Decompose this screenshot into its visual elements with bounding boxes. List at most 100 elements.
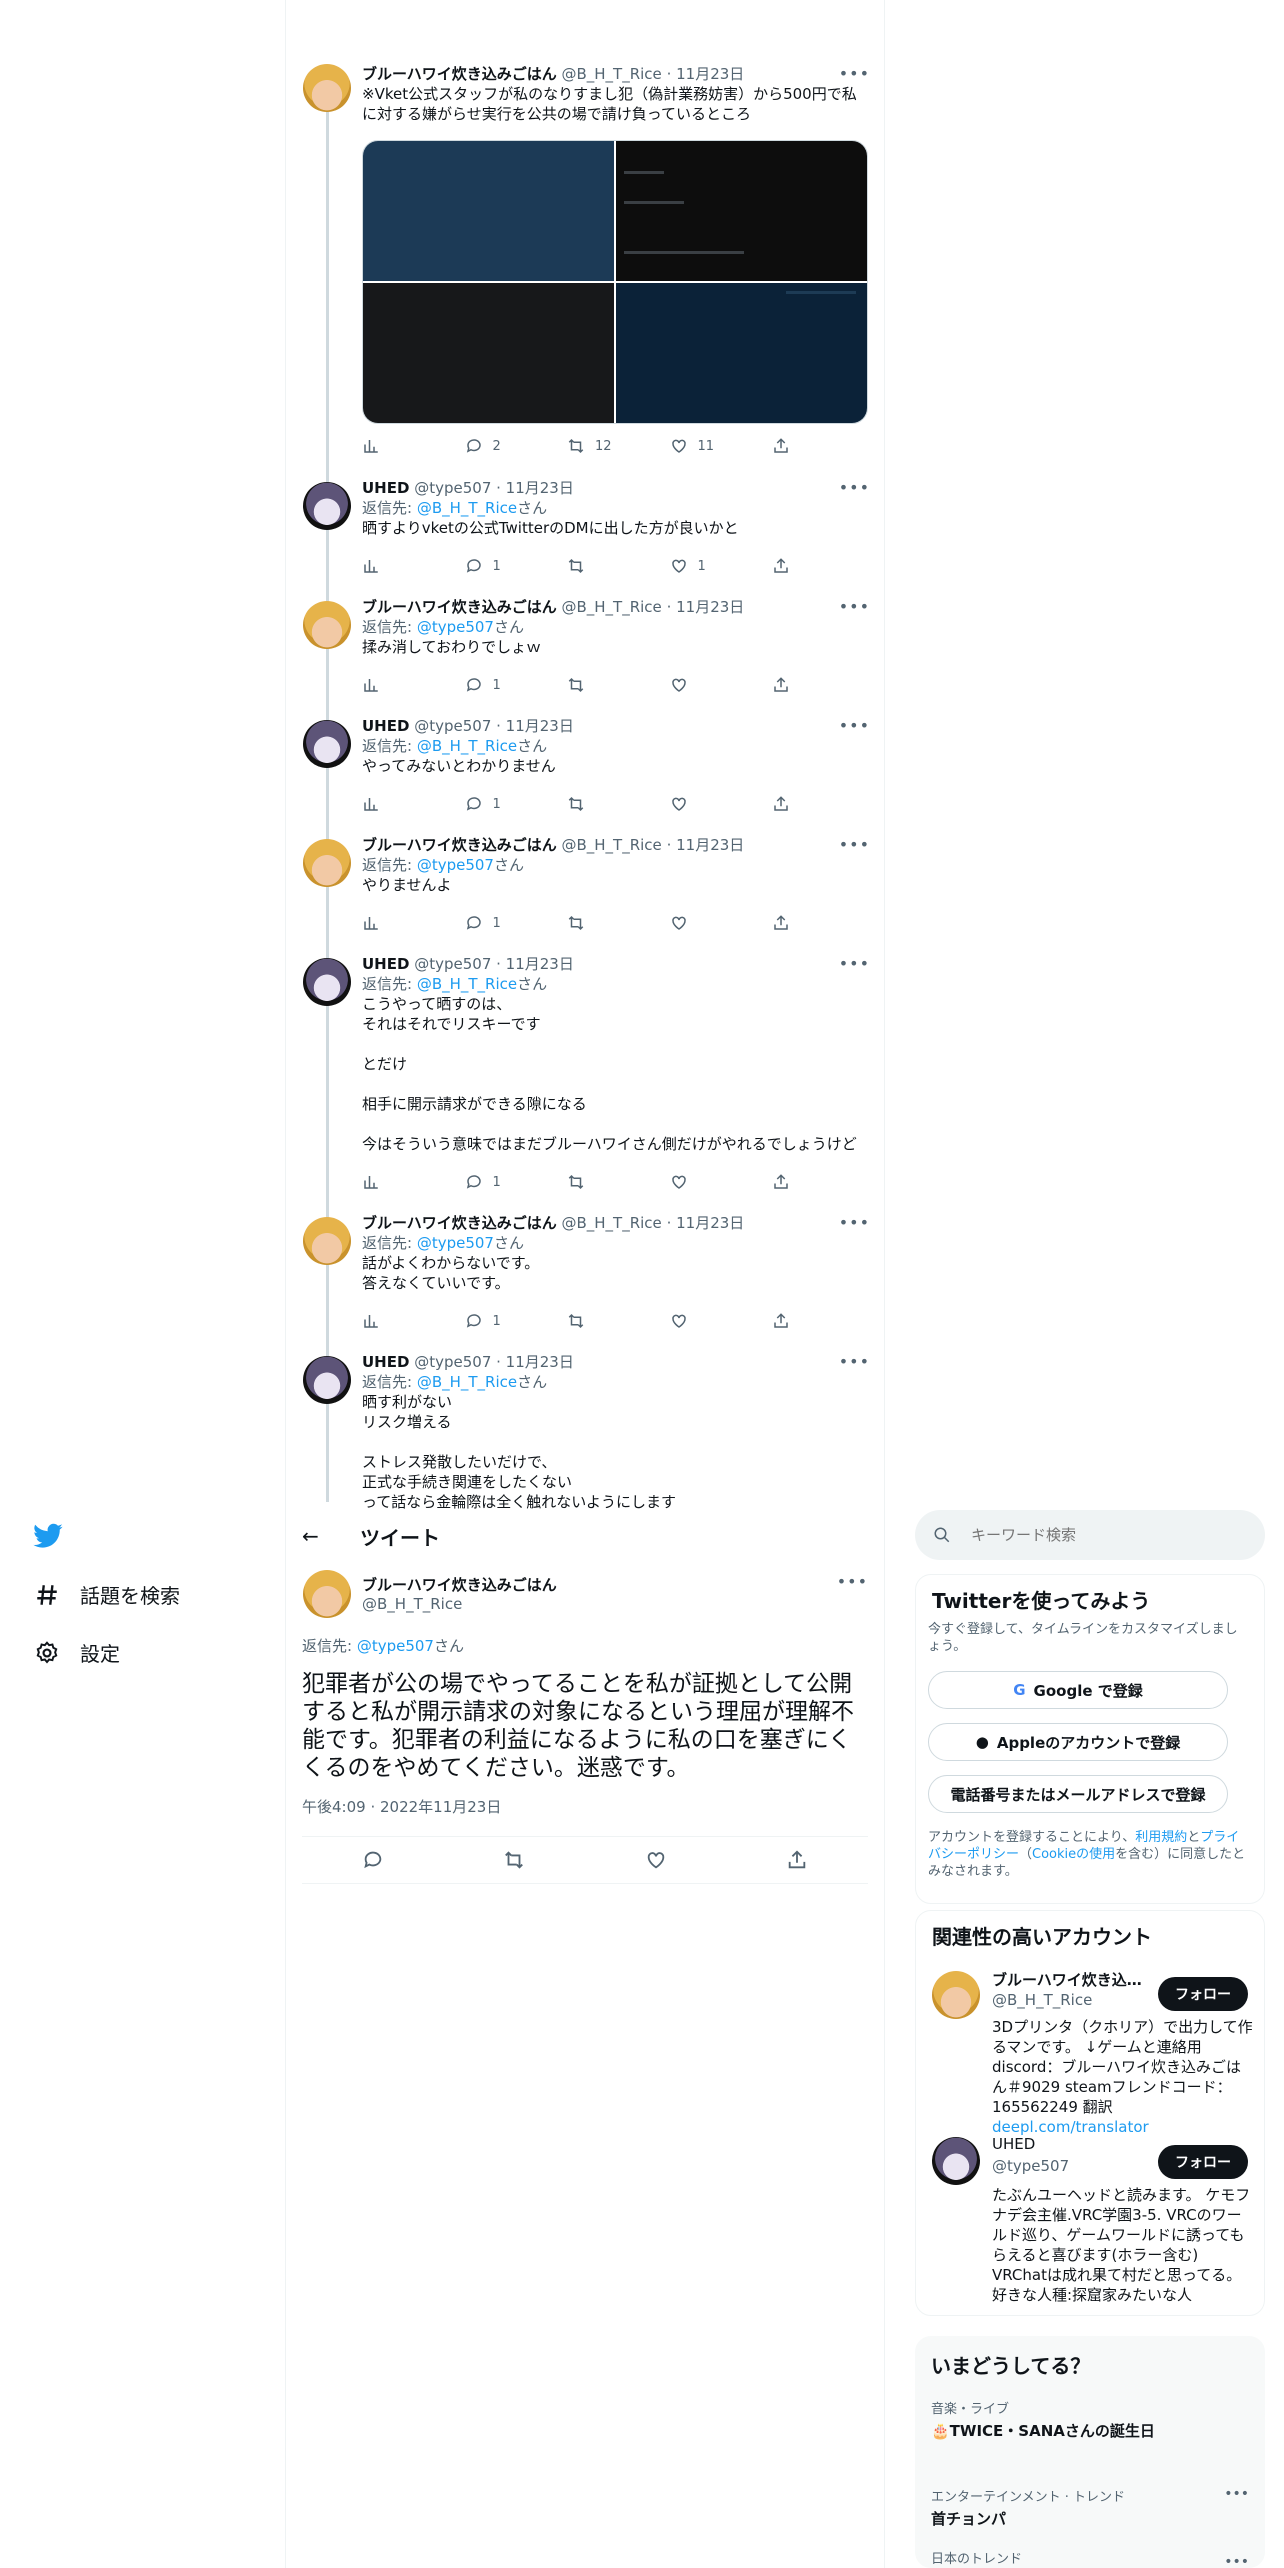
retweet-button[interactable] <box>567 913 647 933</box>
like-button[interactable]: 11 <box>670 436 750 456</box>
author-handle[interactable]: @type507 <box>414 717 491 735</box>
tweet-date[interactable]: 11月23日 <box>676 836 744 854</box>
author-handle[interactable]: @B_H_T_Rice <box>362 1595 557 1613</box>
google-signup-button[interactable]: G Google で登録 <box>928 1671 1228 1709</box>
reply-mention-link[interactable]: @B_H_T_Rice <box>417 975 517 993</box>
media-image[interactable] <box>363 141 614 281</box>
more-icon[interactable]: ••• <box>839 64 870 83</box>
author-name[interactable]: ブルーハワイ炊き込みごはん <box>362 836 557 854</box>
reply-button[interactable]: 2 <box>465 436 545 456</box>
share-button[interactable] <box>772 794 792 814</box>
avatar[interactable] <box>303 482 351 530</box>
reply-mention-link[interactable]: @B_H_T_Rice <box>417 737 517 755</box>
media-image[interactable] <box>363 283 614 423</box>
avatar[interactable] <box>303 958 351 1006</box>
share-button[interactable] <box>772 1311 792 1331</box>
share-button[interactable] <box>772 436 792 456</box>
author-name[interactable]: ブルーハワイ炊き込みごはん <box>362 65 557 83</box>
reply-mention-link[interactable]: @type507 <box>417 856 494 874</box>
cookie-link[interactable]: Cookieの使用 <box>1032 1847 1115 1862</box>
back-arrow-icon[interactable]: ← <box>302 1524 336 1548</box>
author-name[interactable]: UHED <box>362 479 409 497</box>
views-button[interactable] <box>362 794 442 814</box>
retweet-button[interactable] <box>567 1311 647 1331</box>
more-icon[interactable]: ••• <box>839 716 870 735</box>
reply-button[interactable]: 1 <box>465 1172 545 1192</box>
reply-button[interactable]: 1 <box>465 1311 545 1331</box>
author-name[interactable]: UHED <box>362 1353 409 1371</box>
share-icon[interactable] <box>786 1849 808 1871</box>
search-input[interactable] <box>971 1526 1231 1544</box>
tweet-date[interactable]: 11月23日 <box>506 479 574 497</box>
more-icon[interactable]: ••• <box>837 1572 868 1591</box>
nav-settings[interactable]: 設定 <box>34 1638 120 1667</box>
media-image[interactable] <box>616 141 867 294</box>
avatar[interactable] <box>303 1356 351 1404</box>
like-button[interactable] <box>670 675 750 695</box>
heart-icon[interactable] <box>645 1849 667 1871</box>
reply-mention-link[interactable]: @B_H_T_Rice <box>417 1373 517 1391</box>
apple-signup-button[interactable]: ● Appleのアカウントで登録 <box>928 1723 1228 1761</box>
avatar[interactable] <box>303 720 351 768</box>
reply-mention-link[interactable]: @B_H_T_Rice <box>417 499 517 517</box>
author-name[interactable]: ブルーハワイ炊き込みごはん <box>362 1214 557 1232</box>
search-box[interactable] <box>915 1510 1265 1560</box>
like-button[interactable] <box>670 1172 750 1192</box>
avatar[interactable] <box>303 601 351 649</box>
account-handle[interactable]: @type507 <box>992 2157 1069 2175</box>
tweet-timestamp[interactable]: 午後4:09 · 2022年11月23日 <box>302 1796 501 1817</box>
author-handle[interactable]: @type507 <box>414 955 491 973</box>
author-name[interactable]: ブルーハワイ炊き込みごはん <box>362 598 557 616</box>
reply-icon[interactable] <box>362 1849 384 1871</box>
tweet-date[interactable]: 11月23日 <box>676 65 744 83</box>
tweet[interactable]: UHED @type507 · 11月23日 ••• 返信先: @B_H_T_R… <box>286 1352 884 1510</box>
more-icon[interactable]: ••• <box>839 1213 870 1232</box>
avatar[interactable] <box>303 839 351 887</box>
follow-button[interactable]: フォロー <box>1158 1977 1248 2011</box>
tweet-date[interactable]: 11月23日 <box>676 1214 744 1232</box>
share-button[interactable] <box>772 556 792 576</box>
more-icon[interactable]: ••• <box>839 1352 870 1371</box>
retweet-icon[interactable] <box>503 1849 525 1871</box>
follow-button[interactable]: フォロー <box>1158 2145 1248 2179</box>
retweet-button[interactable] <box>567 794 647 814</box>
author-handle[interactable]: @B_H_T_Rice <box>561 598 661 616</box>
retweet-button[interactable]: 12 <box>567 436 647 456</box>
views-button[interactable] <box>362 913 442 933</box>
share-button[interactable] <box>772 675 792 695</box>
reply-button[interactable]: 1 <box>465 913 545 933</box>
views-button[interactable] <box>362 1172 442 1192</box>
share-button[interactable] <box>772 1172 792 1192</box>
author-handle[interactable]: @B_H_T_Rice <box>561 1214 661 1232</box>
like-button[interactable] <box>670 913 750 933</box>
terms-link[interactable]: 利用規約 <box>1135 1830 1187 1845</box>
retweet-button[interactable] <box>567 556 647 576</box>
author-name[interactable]: UHED <box>362 717 409 735</box>
author-name[interactable]: ブルーハワイ炊き込みごはん <box>362 1574 557 1595</box>
views-button[interactable] <box>362 1311 442 1331</box>
retweet-button[interactable] <box>567 675 647 695</box>
nav-explore[interactable]: 話題を検索 <box>34 1580 180 1609</box>
like-button[interactable] <box>670 1311 750 1331</box>
author-name[interactable]: UHED <box>362 955 409 973</box>
views-button[interactable] <box>362 436 442 456</box>
more-icon[interactable]: ••• <box>839 954 870 973</box>
reply-mention-link[interactable]: @type507 <box>417 1234 494 1252</box>
views-button[interactable] <box>362 556 442 576</box>
more-icon[interactable]: ••• <box>1224 2486 1249 2502</box>
author-handle[interactable]: @B_H_T_Rice <box>561 836 661 854</box>
avatar[interactable] <box>932 2137 980 2185</box>
reply-button[interactable]: 1 <box>465 556 545 576</box>
retweet-button[interactable] <box>567 1172 647 1192</box>
author-handle[interactable]: @B_H_T_Rice <box>561 65 661 83</box>
account-handle[interactable]: @B_H_T_Rice <box>992 1991 1092 2009</box>
reply-button[interactable]: 1 <box>465 794 545 814</box>
phone-email-signup-button[interactable]: 電話番号またはメールアドレスで登録 <box>928 1775 1228 1813</box>
avatar[interactable] <box>303 1570 351 1618</box>
tweet-date[interactable]: 11月23日 <box>506 1353 574 1371</box>
more-icon[interactable]: ••• <box>839 835 870 854</box>
tweet-media-grid[interactable] <box>362 140 868 424</box>
like-button[interactable]: 1 <box>670 556 750 576</box>
twitter-logo-icon[interactable] <box>32 1520 64 1552</box>
tweet-date[interactable]: 11月23日 <box>676 598 744 616</box>
